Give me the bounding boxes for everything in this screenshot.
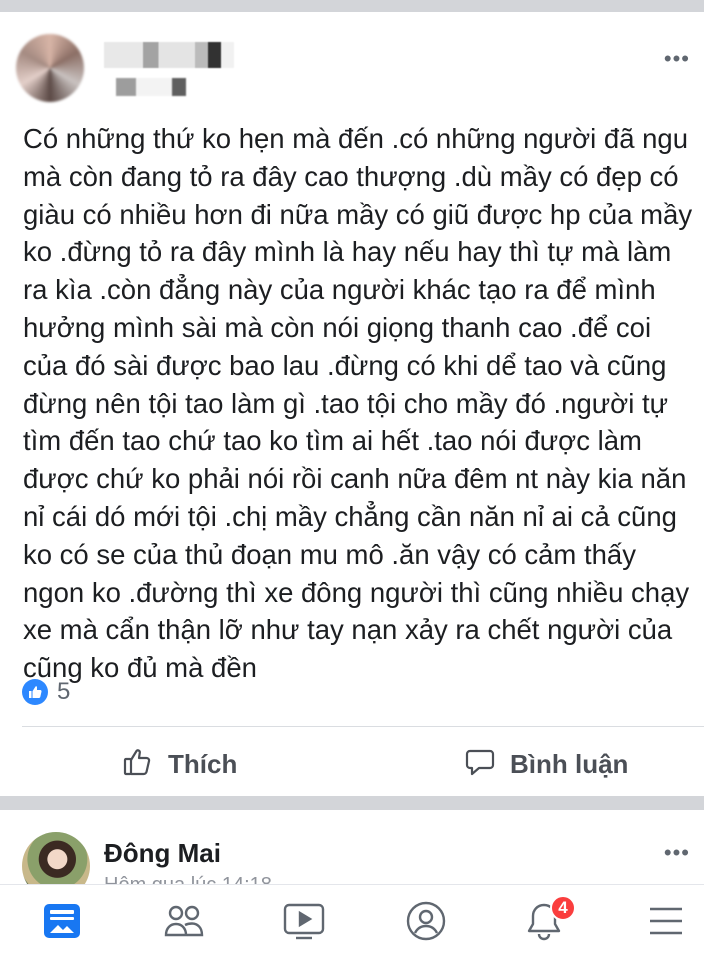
like-reaction-icon	[22, 679, 48, 705]
reactions-summary[interactable]: 5	[22, 678, 70, 706]
tab-friends[interactable]	[134, 885, 234, 960]
post-time[interactable]: Hôm qua lúc 14:18 ·	[104, 874, 284, 884]
avatar[interactable]	[22, 832, 90, 884]
comment-button[interactable]: Bình luận	[464, 740, 628, 788]
bottom-tab-bar: 4	[0, 884, 704, 960]
thumbs-up-icon	[122, 746, 154, 783]
news-feed-icon	[42, 901, 82, 946]
post-text: Có những thứ ko hẹn mà đến .có những ngư…	[23, 123, 693, 684]
tab-menu[interactable]	[616, 885, 704, 960]
feed-divider	[0, 796, 704, 810]
post-header: •••	[0, 12, 704, 112]
post-card: ••• Có những thứ ko hẹn mà đến .có những…	[0, 12, 704, 796]
profile-icon	[405, 900, 447, 947]
watch-icon	[282, 901, 326, 946]
divider	[22, 726, 704, 727]
like-label: Thích	[168, 748, 238, 779]
like-button[interactable]: Thích	[122, 740, 237, 788]
top-divider	[0, 0, 704, 12]
tab-news-feed[interactable]	[12, 885, 112, 960]
author-name-redacted[interactable]	[104, 42, 234, 68]
tab-watch[interactable]	[254, 885, 354, 960]
comment-icon	[464, 746, 496, 783]
post-card-2: Đông Mai Hôm qua lúc 14:18 · •••	[0, 810, 704, 884]
comment-label: Bình luận	[510, 748, 629, 779]
post-time-redacted	[104, 78, 204, 96]
more-options-icon[interactable]: •••	[664, 48, 690, 70]
tab-notifications[interactable]: 4	[494, 885, 594, 960]
more-options-icon[interactable]: •••	[664, 842, 690, 864]
author-name[interactable]: Đông Mai	[104, 838, 221, 869]
menu-icon	[646, 903, 686, 944]
avatar[interactable]	[16, 34, 84, 102]
friends-icon	[163, 901, 205, 946]
tab-profile[interactable]	[376, 885, 476, 960]
reaction-count: 5	[57, 678, 71, 705]
notification-count-badge: 4	[550, 895, 576, 921]
